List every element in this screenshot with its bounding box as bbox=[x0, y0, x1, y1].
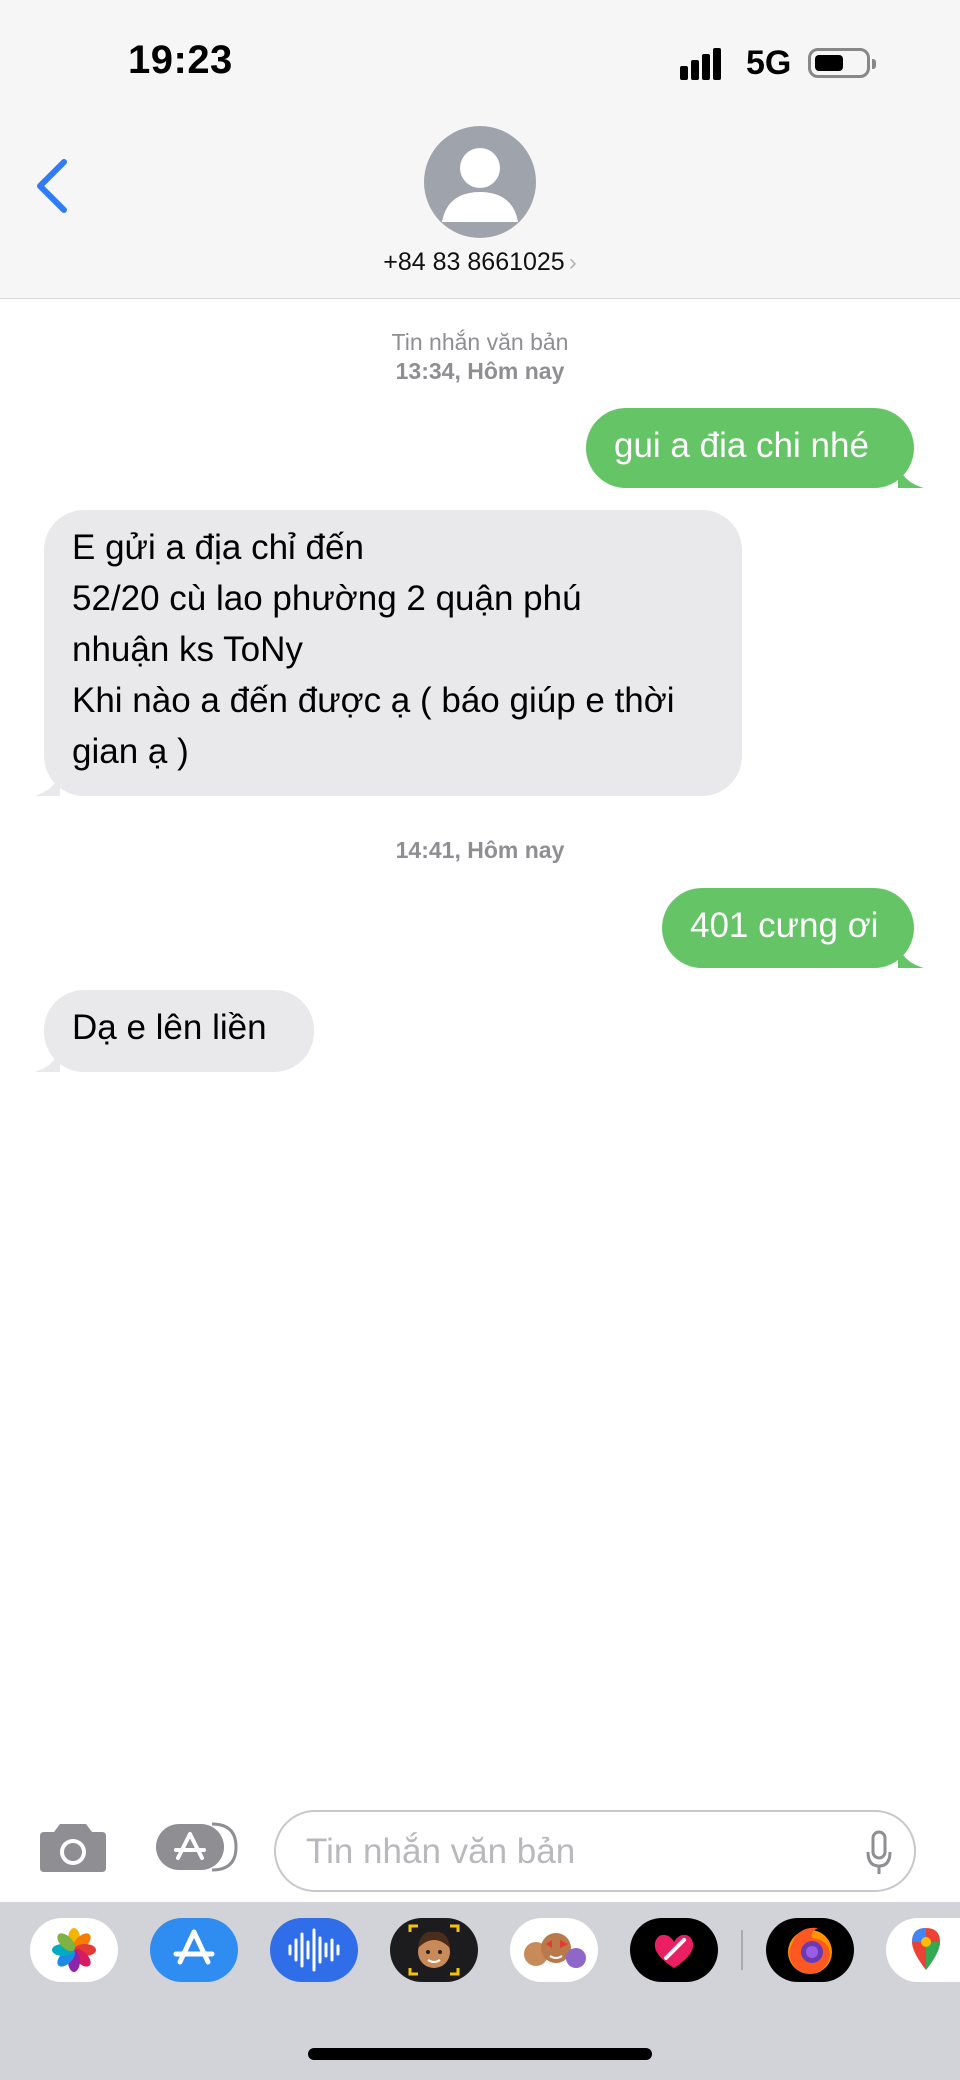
message-input-placeholder: Tin nhắn văn bản bbox=[306, 1832, 576, 1871]
timestamp-time: 14:41, bbox=[395, 837, 461, 863]
chevron-right-icon: › bbox=[568, 249, 577, 276]
bubble-tail bbox=[898, 462, 924, 488]
message-line: 52/20 cù lao phường 2 quận phú bbox=[72, 579, 582, 618]
conversation-header: +84 83 8661025 › bbox=[0, 120, 960, 299]
google-maps-icon[interactable] bbox=[886, 1918, 960, 1982]
message-composer: Tin nhắn văn bản bbox=[0, 1790, 960, 1900]
home-indicator[interactable] bbox=[308, 2048, 652, 2060]
network-type: 5G bbox=[746, 44, 792, 82]
message-line: nhuận ks ToNy bbox=[72, 630, 303, 669]
app-drawer-divider bbox=[741, 1930, 743, 1970]
signal-strength-icon bbox=[680, 48, 732, 80]
message-line: E gửi a địa chỉ đến bbox=[72, 528, 364, 567]
battery-icon bbox=[808, 48, 876, 78]
message-text: Dạ e lên liền bbox=[72, 1008, 267, 1047]
received-message-bubble[interactable]: E gửi a địa chỉ đến 52/20 cù lao phường … bbox=[34, 510, 742, 796]
back-chevron-icon[interactable] bbox=[30, 154, 74, 218]
app-store-icon[interactable] bbox=[150, 1918, 238, 1982]
imessage-app-drawer bbox=[0, 1902, 960, 2080]
timestamp-day: Hôm nay bbox=[467, 837, 565, 863]
message-type: Tin nhắn văn bản bbox=[391, 329, 569, 355]
message-text: 401 cưng ơi bbox=[690, 906, 879, 945]
status-time: 19:23 bbox=[128, 38, 233, 82]
timestamp-2: 14:41, Hôm nay bbox=[0, 836, 960, 865]
microphone-icon[interactable] bbox=[866, 1830, 892, 1876]
timestamp-day: Hôm nay bbox=[467, 358, 565, 384]
timestamp-time: 13:34, bbox=[395, 358, 461, 384]
contact-name[interactable]: +84 83 8661025 › bbox=[0, 248, 960, 277]
sent-message-bubble[interactable]: gui a đia chi nhé bbox=[586, 408, 924, 488]
contact-number: +84 83 8661025 bbox=[383, 248, 565, 276]
sent-message-bubble[interactable]: 401 cưng ơi bbox=[662, 888, 924, 968]
memoji-icon[interactable] bbox=[390, 1918, 478, 1982]
bubble-tail bbox=[898, 942, 924, 968]
memoji-stickers-icon[interactable] bbox=[510, 1918, 598, 1982]
message-text: gui a đia chi nhé bbox=[614, 426, 869, 465]
message-line: Khi nào a đến được ạ ( báo giúp e thời bbox=[72, 681, 675, 720]
photos-icon[interactable] bbox=[30, 1918, 118, 1982]
bubble-tail bbox=[34, 770, 60, 796]
camera-icon[interactable] bbox=[38, 1820, 108, 1874]
message-input[interactable]: Tin nhắn văn bản bbox=[274, 1810, 916, 1892]
audio-message-icon[interactable] bbox=[270, 1918, 358, 1982]
contact-avatar[interactable] bbox=[424, 126, 536, 238]
status-bar: 19:23 5G bbox=[0, 0, 960, 120]
bubble-tail bbox=[34, 1046, 60, 1072]
message-line: gian ạ ) bbox=[72, 732, 189, 771]
firefox-icon[interactable] bbox=[766, 1918, 854, 1982]
person-silhouette-icon bbox=[442, 148, 518, 222]
timestamp-1: 13:34, Hôm nay bbox=[0, 357, 960, 386]
received-message-bubble[interactable]: Dạ e lên liền bbox=[34, 990, 314, 1072]
conversation-type-label: Tin nhắn văn bản 13:34, Hôm nay bbox=[0, 328, 960, 386]
apps-button-icon[interactable] bbox=[154, 1822, 238, 1872]
digital-touch-icon[interactable] bbox=[630, 1918, 718, 1982]
